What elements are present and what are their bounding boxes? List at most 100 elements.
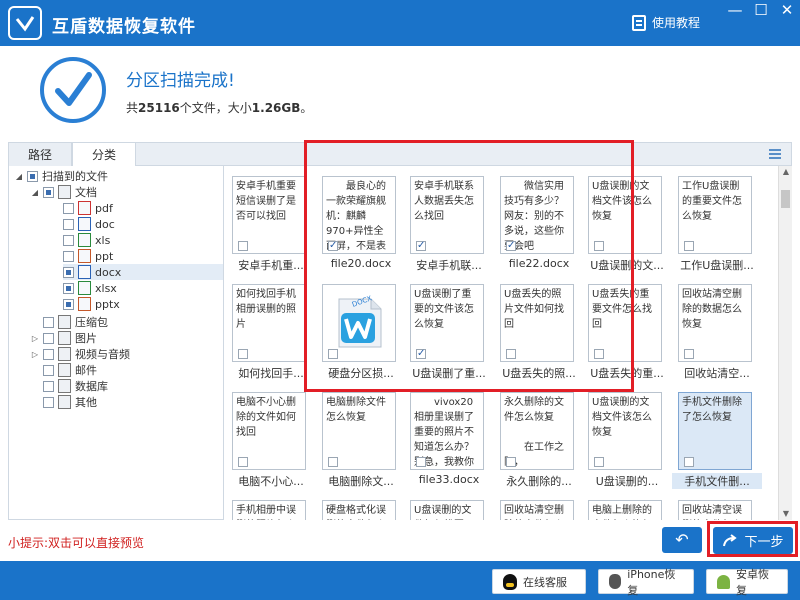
expand-icon[interactable]: ▷	[31, 334, 39, 343]
ppt-icon	[78, 249, 91, 263]
tree-label: 图片	[75, 332, 97, 345]
file-preview-thumbnail[interactable]: 手机相册中误删的照片怎么	[232, 500, 306, 520]
next-step-label: 下一步	[744, 535, 784, 550]
android-recovery-button[interactable]: 安卓恢复	[706, 568, 788, 597]
app-logo-icon	[8, 6, 42, 40]
tree-checkbox[interactable]	[43, 380, 54, 392]
back-button[interactable]: ↶	[662, 527, 702, 553]
file-preview-thumbnail[interactable]: 回收站清空误删的文件怎么	[678, 500, 752, 520]
file-preview-thumbnail[interactable]: 永久删除的文件怎么恢复 在工作之际，	[500, 392, 574, 470]
collapse-icon[interactable]: ◢	[15, 172, 23, 181]
grid-scrollbar[interactable]: ▲ ▼	[778, 166, 792, 520]
tree-item-pdf[interactable]: pdf	[63, 200, 113, 216]
file-preview-text: 电脑上删除的文件怎么恢复	[592, 505, 652, 516]
tree-checkbox[interactable]	[43, 186, 54, 198]
tab-category[interactable]: 分类	[72, 142, 136, 167]
tree-checkbox[interactable]	[43, 396, 54, 408]
tree-item-documents[interactable]: ◢ 文档	[31, 184, 97, 200]
tree-item-docx[interactable]: docx	[63, 264, 223, 280]
tree-item-mail[interactable]: 邮件	[31, 362, 97, 378]
tree-checkbox[interactable]	[63, 202, 74, 214]
word-icon	[78, 217, 91, 231]
tree-checkbox[interactable]	[43, 364, 54, 376]
tree-label: xlsx	[95, 281, 117, 295]
tree-label: 文档	[75, 186, 97, 199]
excel-icon	[78, 233, 91, 247]
tree-label: doc	[95, 217, 115, 231]
file-name-caption: 永久删除的...	[506, 475, 572, 488]
file-preview-thumbnail[interactable]: 硬盘格式化误删的文件怎么	[322, 500, 396, 520]
file-checkbox[interactable]	[684, 349, 694, 359]
file-preview-thumbnail[interactable]: 电脑删除文件怎么恢复	[322, 392, 396, 470]
file-checkbox[interactable]	[594, 457, 604, 467]
file-checkbox[interactable]	[684, 457, 694, 467]
tree-item-other[interactable]: 其他	[31, 394, 97, 410]
tree-item-database[interactable]: 数据库	[31, 378, 108, 394]
minimize-button[interactable]: —	[722, 0, 748, 22]
tree-item-xlsx[interactable]: xlsx	[63, 280, 117, 296]
tree-checkbox[interactable]	[43, 316, 54, 328]
file-preview-text: 回收站清空删除的文件怎么	[504, 505, 564, 516]
file-preview-thumbnail[interactable]: 电脑上删除的文件怎么恢复	[588, 500, 662, 520]
tab-path[interactable]: 路径	[8, 142, 72, 167]
file-preview-thumbnail[interactable]: 回收站清空删除的数据怎么恢复	[678, 284, 752, 362]
tree-checkbox[interactable]	[63, 282, 74, 294]
footer-bar: 在线客服 iPhone恢复 安卓恢复	[0, 561, 800, 600]
help-tutorial-link[interactable]: 使用教程	[632, 14, 700, 31]
collapse-icon[interactable]: ◢	[31, 188, 39, 197]
tree-item-images[interactable]: ▷ 图片	[31, 330, 97, 346]
scroll-up-icon[interactable]: ▲	[779, 166, 793, 178]
file-checkbox[interactable]	[416, 457, 426, 467]
tree-label: 扫描到的文件	[42, 170, 108, 183]
file-preview-thumbnail[interactable]: U盘误删的文档文件该怎么恢复	[588, 392, 662, 470]
tree-checkbox[interactable]	[43, 332, 54, 344]
file-preview-thumbnail[interactable]: 回收站清空删除的文件怎么	[500, 500, 574, 520]
tree-checkbox[interactable]	[27, 170, 38, 182]
expand-icon[interactable]: ▷	[31, 350, 39, 359]
file-checkbox[interactable]	[328, 457, 338, 467]
scroll-down-icon[interactable]: ▼	[779, 508, 793, 520]
tree-item-video-audio[interactable]: ▷ 视频与音频	[31, 346, 130, 362]
qq-penguin-icon	[503, 573, 517, 590]
tree-item-ppt[interactable]: ppt	[63, 248, 113, 264]
file-preview-thumbnail[interactable]: vivox20相册里误删了重要的照片不知道怎么办？别急，我教你一	[410, 392, 484, 470]
file-preview-thumbnail[interactable]: 手机文件删除了怎么恢复	[678, 392, 752, 470]
tree-checkbox[interactable]	[63, 218, 74, 230]
online-service-button[interactable]: 在线客服	[492, 569, 586, 594]
tree-label: xls	[95, 233, 111, 247]
tree-item-pptx[interactable]: pptx	[63, 296, 120, 312]
next-step-button[interactable]: 下一步	[713, 527, 793, 554]
file-checkbox[interactable]	[238, 349, 248, 359]
file-checkbox[interactable]	[238, 241, 248, 251]
tree-checkbox[interactable]	[63, 266, 74, 278]
tree-item-scanned-files[interactable]: ◢ 扫描到的文件	[15, 168, 108, 184]
tree-checkbox[interactable]	[63, 298, 74, 310]
help-label: 使用教程	[652, 16, 701, 30]
maximize-button[interactable]: ☐	[748, 0, 774, 22]
file-preview-thumbnail[interactable]: 工作U盘误删的重要文件怎么恢复	[678, 176, 752, 254]
tree-checkbox[interactable]	[63, 234, 74, 246]
scrollbar-thumb[interactable]	[781, 190, 790, 208]
file-checkbox[interactable]	[506, 457, 516, 467]
view-menu-icon[interactable]	[769, 149, 781, 151]
tree-label: ppt	[95, 249, 114, 263]
iphone-recovery-button[interactable]: iPhone恢复	[598, 568, 694, 597]
tree-checkbox[interactable]	[63, 250, 74, 262]
file-preview-thumbnail[interactable]: 安卓手机重要短信误删了是否可以找回	[232, 176, 306, 254]
file-checkbox[interactable]	[238, 457, 248, 467]
summary-suffix: 。	[300, 101, 313, 115]
tree-item-archives[interactable]: 压缩包	[31, 314, 108, 330]
tree-checkbox[interactable]	[43, 348, 54, 360]
tree-label: pptx	[95, 297, 120, 311]
word-icon	[78, 265, 91, 279]
file-checkbox[interactable]	[684, 241, 694, 251]
close-button[interactable]: ✕	[774, 0, 800, 22]
file-preview-text: U盘误删的文件如何找回	[414, 505, 472, 516]
file-preview-thumbnail[interactable]: 电脑不小心删除的文件如何找回	[232, 392, 306, 470]
tree-item-doc[interactable]: doc	[63, 216, 115, 232]
tree-label: 数据库	[75, 380, 108, 393]
tree-item-xls[interactable]: xls	[63, 232, 110, 248]
file-preview-thumbnail[interactable]: 如何找回手机相册误删的照片	[232, 284, 306, 362]
tree-label: pdf	[95, 201, 113, 215]
file-preview-thumbnail[interactable]: U盘误删的文件如何找回	[410, 500, 484, 520]
